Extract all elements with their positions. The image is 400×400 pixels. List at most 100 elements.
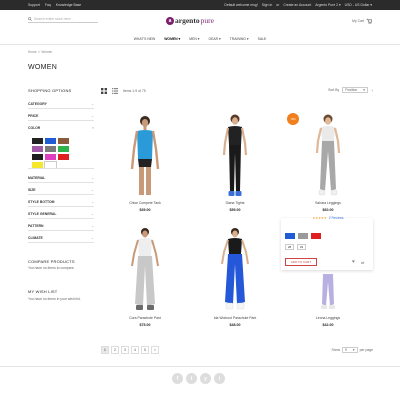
toolbar: Items 1-9 of 75 Sort By Position ▾ ↑ [101,86,373,96]
logo-text-pure: pure [200,16,214,25]
color-option-blue[interactable] [285,233,295,239]
nav-training[interactable]: TRAINING ▾ [230,37,249,41]
page-link[interactable]: 2 [111,346,119,354]
featured-color-options [285,233,321,239]
product-name[interactable]: Diana Tights [191,201,279,205]
facebook-icon[interactable]: f [172,373,183,384]
product-name[interactable]: Chloe Compete Tank [101,201,189,205]
support-link[interactable]: Support [28,3,40,7]
color-swatch[interactable] [45,154,56,160]
color-swatch[interactable] [58,146,69,152]
product-name[interactable]: Ida Workout Parachute Pant [191,316,279,320]
filter-category[interactable]: CATEGORY ⌄ [28,99,94,109]
page-link[interactable]: 5 [141,346,149,354]
search-icon [28,17,32,21]
filter-climate[interactable]: CLIMATE ⌄ [28,233,94,243]
color-swatch[interactable] [45,138,56,144]
product-card[interactable]: Diana Tights $59.00 [191,111,279,212]
product-image[interactable] [284,274,372,314]
shopping-options-title: SHOPPING OPTIONS [28,88,72,93]
sorter: Sort By Position ▾ ↑ [328,87,373,93]
color-swatch[interactable] [32,154,43,160]
product-image[interactable]: -5% [284,111,372,199]
product-name[interactable]: Sahara Leggings [284,201,372,205]
sign-in-link[interactable]: Sign In [262,3,273,7]
color-option-red[interactable] [311,233,321,239]
nav-whats-new[interactable]: WHAT'S NEW [134,37,156,41]
product-card[interactable]: Cora Parachute Pant $75.00 [101,226,189,327]
filter-material[interactable]: MATERIAL ⌄ [28,173,94,183]
filter-size[interactable]: SIZE ⌄ [28,185,94,195]
product-name[interactable]: Leona Leggings [284,316,372,320]
youtube-icon[interactable]: y [200,373,211,384]
limiter-select[interactable]: 9 ▾ [342,347,358,353]
logo[interactable]: a argento pure [166,16,214,25]
twitter-icon[interactable]: t [186,373,197,384]
color-swatch[interactable] [45,146,56,152]
footer-divider [0,366,400,367]
product-name[interactable]: Cora Parachute Pant [101,316,189,320]
page-link[interactable]: 1 [101,346,109,354]
product-image[interactable] [191,226,279,314]
product-photo-tank [130,116,160,195]
main-nav: WHAT'S NEW WOMEN ▾ MEN ▾ GEAR ▾ TRAINING… [0,37,400,41]
mini-cart[interactable]: My Cart [352,18,372,24]
chevron-down-icon: ⌄ [91,211,94,216]
nav-sale[interactable]: SALE [258,37,267,41]
filter-label: MATERIAL [28,175,46,180]
page-link[interactable]: 4 [131,346,139,354]
size-option[interactable]: 29 [297,244,306,250]
items-count: Items 1-9 of 75 [123,89,146,93]
nav-gear[interactable]: GEAR ▾ [208,37,220,41]
product-card[interactable]: Chloe Compete Tank $39.00 [101,111,189,212]
color-swatch[interactable] [32,146,43,152]
breadcrumb-home[interactable]: Home [28,50,37,54]
breadcrumb: Home > Women [28,50,52,54]
color-swatch[interactable] [58,138,69,144]
chevron-down-icon: ⌄ [91,187,94,192]
create-account-link[interactable]: Create an Account [283,3,311,7]
store-switcher[interactable]: Argento Pure 2 ▾ [315,3,340,7]
filter-price[interactable]: PRICE ⌄ [28,111,94,121]
knowledge-base-link[interactable]: Knowledge Base [56,3,81,7]
filter-pattern[interactable]: PATTERN ⌄ [28,221,94,231]
pagination: 1 2 3 4 5 > [101,346,159,354]
product-card-featured[interactable]: -5% Sahara Leggings $60.00 ★★★★★ 2 Revie… [284,111,372,220]
nav-men[interactable]: MEN ▾ [189,37,199,41]
product-image[interactable] [191,111,279,199]
filter-style-bottom[interactable]: STYLE BOTTOM ⌄ [28,197,94,207]
reviews-link[interactable]: 2 Reviews [329,216,344,220]
logo-mark: a [166,16,174,25]
product-photo-ida-pant [221,228,249,310]
filter-color[interactable]: COLOR × [28,123,94,133]
grid-view-icon[interactable] [101,88,107,94]
search-box[interactable]: Search entire store here... [28,16,98,23]
instagram-icon[interactable]: i [214,373,225,384]
add-to-cart-button[interactable]: ADD TO CART [285,258,317,266]
currency-switcher[interactable]: USD - US Dollar ▾ [345,3,372,7]
compare-icon[interactable]: ⇄ [361,260,364,265]
color-swatch[interactable] [32,138,43,144]
sort-direction-icon[interactable]: ↑ [371,88,373,93]
filter-style-general[interactable]: STYLE GENERAL ⌄ [28,209,94,219]
next-page-button[interactable]: > [151,346,159,354]
chevron-down-icon: ▾ [363,88,365,92]
faq-link[interactable]: Faq [45,3,51,7]
color-option-gray[interactable] [298,233,308,239]
filter-label: PRICE [28,113,39,118]
cart-icon [366,18,372,24]
sort-select[interactable]: Position ▾ [342,87,368,93]
heart-icon[interactable]: ♥ [352,259,355,265]
list-view-icon[interactable] [112,88,118,94]
product-card[interactable]: Ida Workout Parachute Pant $48.00 [191,226,279,327]
nav-women[interactable]: WOMEN ▾ [164,37,180,41]
search-input[interactable]: Search entire store here... [34,17,73,21]
product-image[interactable] [101,111,189,199]
product-card[interactable]: Leona Leggings $42.00 [284,274,372,327]
product-image[interactable] [101,226,189,314]
color-swatch[interactable] [58,154,69,160]
size-option[interactable]: 28 [285,244,294,250]
chevron-down-icon: ⌄ [91,199,94,204]
filter-label: CLIMATE [28,235,43,240]
page-link[interactable]: 3 [121,346,129,354]
